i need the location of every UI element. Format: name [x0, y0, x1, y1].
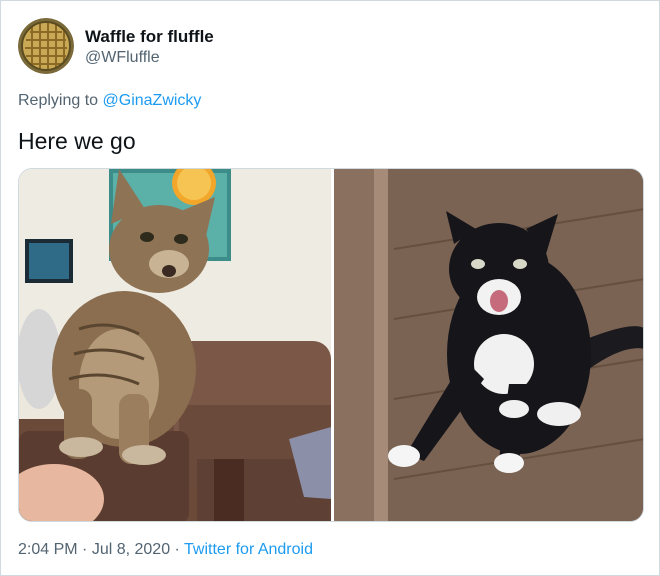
tweet-meta: 2:04 PM · Jul 8, 2020 · Twitter for Andr… [18, 541, 313, 559]
tweet-text: Here we go [18, 128, 136, 154]
author-display-name[interactable]: Waffle for fluffle [85, 27, 214, 47]
meta-separator: · [77, 541, 92, 558]
black-white-cat-photo[interactable] [334, 169, 643, 521]
meta-separator: · [170, 541, 185, 558]
media-grid [18, 168, 644, 522]
tweet-date[interactable]: Jul 8, 2020 [92, 541, 170, 558]
tweet-time[interactable]: 2:04 PM [18, 541, 78, 558]
reply-prefix: Replying to [18, 92, 103, 109]
reply-context: Replying to @GinaZwicky [18, 92, 201, 110]
tweet-source-link[interactable]: Twitter for Android [184, 541, 313, 558]
reply-mention-link[interactable]: @GinaZwicky [103, 92, 202, 109]
waffle-avatar-icon [18, 18, 74, 74]
avatar[interactable] [18, 18, 74, 74]
author-handle[interactable]: @WFluffle [85, 49, 160, 67]
tweet-card: Waffle for fluffle @WFluffle Replying to… [0, 0, 660, 576]
tabby-cat-photo[interactable] [19, 169, 331, 521]
